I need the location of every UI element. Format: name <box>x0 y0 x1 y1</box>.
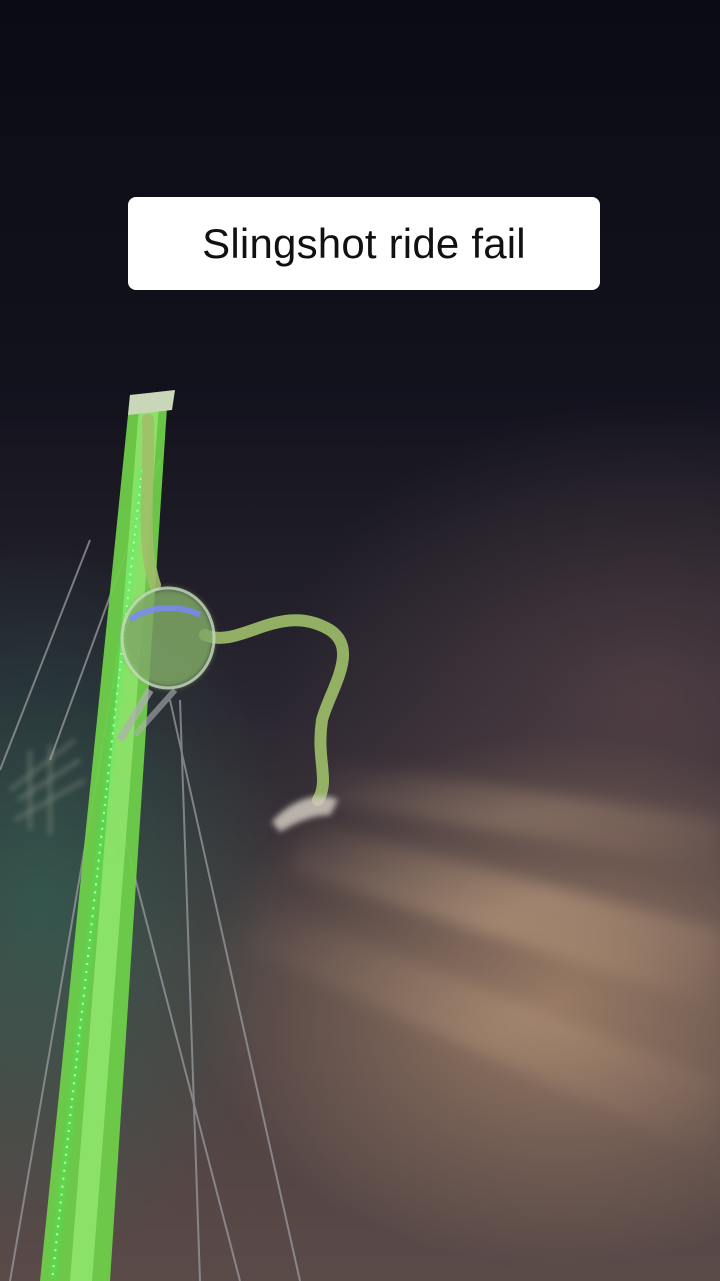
light-beams <box>250 760 720 1160</box>
side-lattice <box>9 739 86 835</box>
rider-pod <box>116 586 216 743</box>
video-frame: Slingshot ride fail <box>0 0 720 1281</box>
caption-overlay: Slingshot ride fail <box>128 197 600 290</box>
ride-tower <box>40 390 175 1281</box>
ride-scene-illustration <box>0 390 720 1281</box>
caption-text: Slingshot ride fail <box>202 219 526 267</box>
